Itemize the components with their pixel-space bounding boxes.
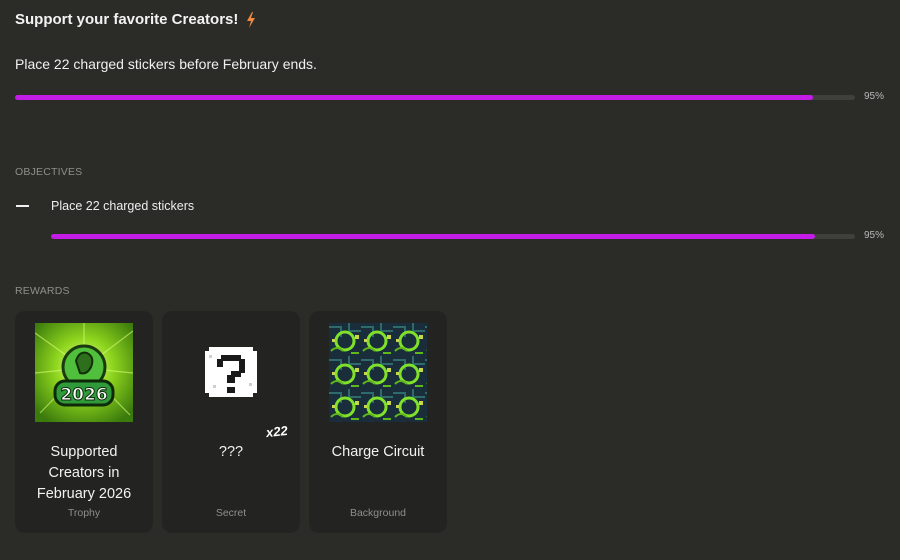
quest-description: Place 22 charged stickers before Februar… xyxy=(15,56,317,72)
reward-card-background[interactable]: Charge Circuit Background xyxy=(309,311,447,533)
reward-quantity-badge: x22 xyxy=(265,422,289,441)
reward-name: Supported Creators in February 2026 xyxy=(36,444,132,502)
header: Support your favorite Creators! xyxy=(15,11,256,28)
2026-trophy-icon: 2026 xyxy=(35,323,133,422)
mystery-question-icon xyxy=(182,323,280,422)
reward-type: Background xyxy=(349,507,407,519)
lightning-bolt-icon xyxy=(246,11,256,28)
rewards-heading: REWARDS xyxy=(15,285,70,297)
objective-progress-bar xyxy=(51,234,855,239)
reward-name: ??? xyxy=(218,444,244,460)
objective-progress-fill xyxy=(51,234,815,239)
reward-type: Trophy xyxy=(67,507,101,519)
objective-label: Place 22 charged stickers xyxy=(51,199,195,213)
page-title: Support your favorite Creators! xyxy=(15,11,239,28)
svg-text:2026: 2026 xyxy=(60,385,107,405)
objective-dash-icon xyxy=(16,205,29,207)
quest-progress-percent: 95% xyxy=(864,91,885,102)
quest-progress-fill xyxy=(15,95,813,100)
objectives-heading: OBJECTIVES xyxy=(15,166,83,178)
objective-progress-percent: 95% xyxy=(864,230,885,241)
reward-card-secret[interactable]: x22 ??? Secret xyxy=(162,311,300,533)
reward-name: Charge Circuit xyxy=(331,444,425,460)
reward-card-trophy[interactable]: 2026 Supported Creators in February 2026… xyxy=(15,311,153,533)
quest-progress-bar xyxy=(15,95,855,100)
circuit-pattern-icon xyxy=(329,323,427,422)
reward-type: Secret xyxy=(215,507,247,519)
quest-panel: Support your favorite Creators! Place 22… xyxy=(0,0,900,560)
